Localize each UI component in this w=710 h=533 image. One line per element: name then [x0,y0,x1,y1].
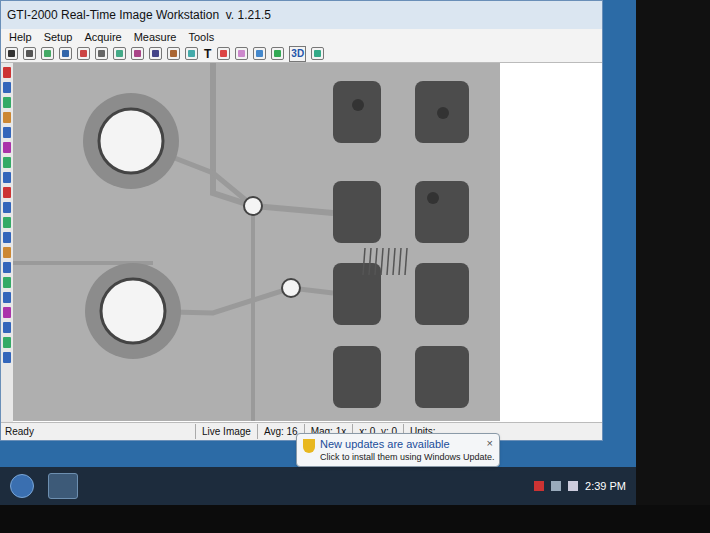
menu-item[interactable]: Acquire [84,30,121,44]
side-tool-icon[interactable] [3,307,11,318]
window-title: GTI-2000 Real-Time Image Workstation v. … [7,6,271,24]
side-tool-icon[interactable] [3,67,11,78]
tool-icon[interactable] [77,47,90,60]
side-tool-icon[interactable] [3,262,11,273]
text-tool-button[interactable]: T [203,47,212,61]
tool-icon[interactable] [185,47,198,60]
side-tool-icon[interactable] [3,202,11,213]
menu-bar: Help Setup Acquire Measure Tools [1,29,602,45]
tray: 2:39 PM [534,478,626,495]
close-button[interactable]: × [487,437,493,449]
menu-item[interactable]: Setup [44,30,73,44]
side-tool-icon[interactable] [3,352,11,363]
update-notification[interactable]: New updates are available× Click to insta… [296,433,500,467]
monitor-bezel-bottom [0,505,710,533]
tool-icon[interactable] [23,47,36,60]
workspace [1,63,602,422]
side-tool-icon[interactable] [3,217,11,228]
status-message: Ready [5,424,195,439]
menu-item[interactable]: Help [9,30,32,44]
side-tool-icon[interactable] [3,142,11,153]
notification-title: New updates are available [320,437,487,451]
side-tool-icon[interactable] [3,127,11,138]
flag-icon[interactable] [534,481,544,491]
taskbar: 2:39 PM [0,467,636,505]
clock[interactable]: 2:39 PM [585,478,626,495]
blank-area [500,63,602,422]
tool-icon[interactable] [149,47,162,60]
screen: GTI-2000 Real-Time Image Workstation v. … [0,0,636,505]
side-tool-icon[interactable] [3,322,11,333]
tool-icon[interactable] [113,47,126,60]
tool-icon[interactable] [131,47,144,60]
side-tool-icon[interactable] [3,157,11,168]
tool-icon[interactable] [253,47,266,60]
side-tool-icon[interactable] [3,112,11,123]
volume-icon[interactable] [568,481,578,491]
side-tool-icon[interactable] [3,292,11,303]
tool-icon[interactable] [271,47,284,60]
tool-icon[interactable] [5,47,18,60]
side-tool-icon[interactable] [3,232,11,243]
side-tool-icon[interactable] [3,337,11,348]
side-tool-icon[interactable] [3,277,11,288]
tool-icon[interactable] [167,47,180,60]
app-window: GTI-2000 Real-Time Image Workstation v. … [0,0,603,441]
side-tool-icon[interactable] [3,172,11,183]
xray-image [13,63,500,421]
notification-text: Click to install them using Windows Upda… [320,451,493,463]
status-field: Live Image [195,424,257,439]
menu-item[interactable]: Measure [134,30,177,44]
side-tool-icon[interactable] [3,82,11,93]
tool-icon[interactable] [311,47,324,60]
tool-icon[interactable] [59,47,72,60]
menu-item[interactable]: Tools [188,30,214,44]
toolbar: T 3D [1,45,602,63]
3d-button[interactable]: 3D [289,46,306,62]
tool-icon[interactable] [41,47,54,60]
shield-icon [303,439,315,453]
monitor-bezel [636,0,710,505]
network-icon[interactable] [551,481,561,491]
tool-icon[interactable] [235,47,248,60]
image-view [13,63,602,422]
taskbar-app-button[interactable] [48,473,78,499]
title-bar: GTI-2000 Real-Time Image Workstation v. … [1,1,602,29]
left-toolbar [1,63,13,422]
desktop: GTI-2000 Real-Time Image Workstation v. … [0,0,636,467]
tool-icon[interactable] [95,47,108,60]
photo: GTI-2000 Real-Time Image Workstation v. … [0,0,710,533]
start-button[interactable] [10,474,34,498]
side-tool-icon[interactable] [3,97,11,108]
side-tool-icon[interactable] [3,187,11,198]
tool-icon[interactable] [217,47,230,60]
side-tool-icon[interactable] [3,247,11,258]
